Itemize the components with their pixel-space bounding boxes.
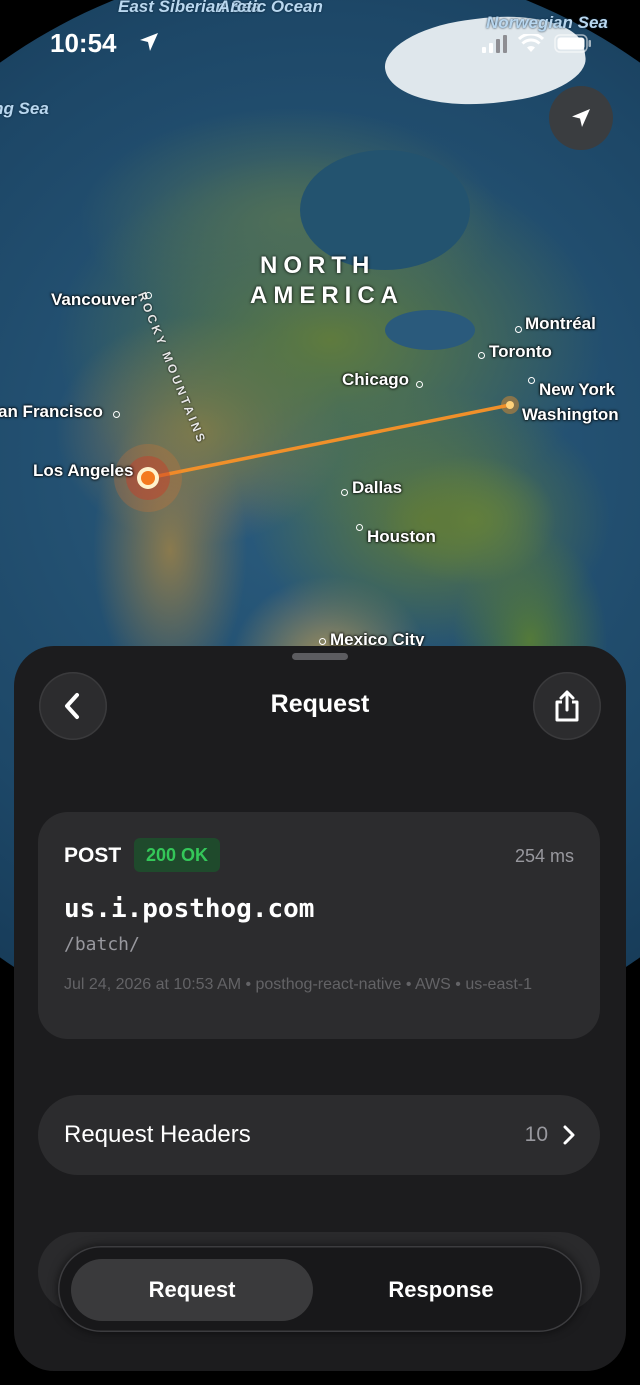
city-dot xyxy=(113,411,120,418)
city-washington: Washington xyxy=(522,405,619,424)
city-dot xyxy=(416,381,423,388)
request-host: us.i.posthog.com xyxy=(64,894,315,924)
status-time: 10:54 xyxy=(50,28,117,58)
status-indicators xyxy=(482,34,592,53)
location-arrow-icon xyxy=(140,33,158,51)
city-dot xyxy=(356,524,363,531)
city-toronto: Toronto xyxy=(489,342,552,361)
locate-button[interactable] xyxy=(549,86,613,150)
request-path: /batch/ xyxy=(64,934,140,955)
city-dot xyxy=(341,489,348,496)
request-meta: Jul 24, 2026 at 10:53 AM • posthog-react… xyxy=(64,976,533,993)
request-summary-card: POST 200 OK 254 ms us.i.posthog.com /bat… xyxy=(38,812,600,1039)
tab-request[interactable]: Request xyxy=(71,1259,313,1321)
city-dot xyxy=(145,292,152,299)
city-dot xyxy=(319,638,326,645)
wifi-icon xyxy=(518,34,544,52)
city-new-york: New York xyxy=(539,380,615,399)
request-headers-label: Request Headers xyxy=(64,1121,251,1148)
tab-response[interactable]: Response xyxy=(320,1259,562,1321)
status-bar: 10:54 xyxy=(0,28,640,58)
city-houston: Houston xyxy=(367,527,436,546)
city-dot xyxy=(515,326,522,333)
city-dot xyxy=(528,377,535,384)
request-response-tabbar: Request Response xyxy=(58,1246,582,1332)
cellular-signal-icon xyxy=(482,34,507,53)
city-los-angeles: Los Angeles xyxy=(33,461,134,480)
http-method: POST xyxy=(64,844,122,867)
city-vancouver: Vancouver xyxy=(51,290,137,309)
status-badge: 200 OK xyxy=(134,838,221,872)
chevron-right-icon xyxy=(563,1125,575,1145)
city-dallas: Dallas xyxy=(352,478,403,497)
sheet-grabber[interactable] xyxy=(292,653,348,660)
city-montreal: Montréal xyxy=(525,314,596,333)
city-dot xyxy=(478,352,485,359)
request-detail-sheet: Request POST 200 OK 254 ms us.i.posthog.… xyxy=(14,646,626,1371)
request-headers-count: 10 xyxy=(524,1123,548,1146)
city-chicago: Chicago xyxy=(342,370,410,389)
request-duration: 254 ms xyxy=(514,846,574,866)
share-button[interactable] xyxy=(533,672,601,740)
city-san-francisco: an Francisco xyxy=(0,402,103,421)
battery-icon xyxy=(554,34,591,53)
request-headers-row[interactable]: Request Headers 10 xyxy=(38,1095,600,1175)
share-icon xyxy=(555,690,579,722)
location-arrow-icon xyxy=(572,109,590,127)
